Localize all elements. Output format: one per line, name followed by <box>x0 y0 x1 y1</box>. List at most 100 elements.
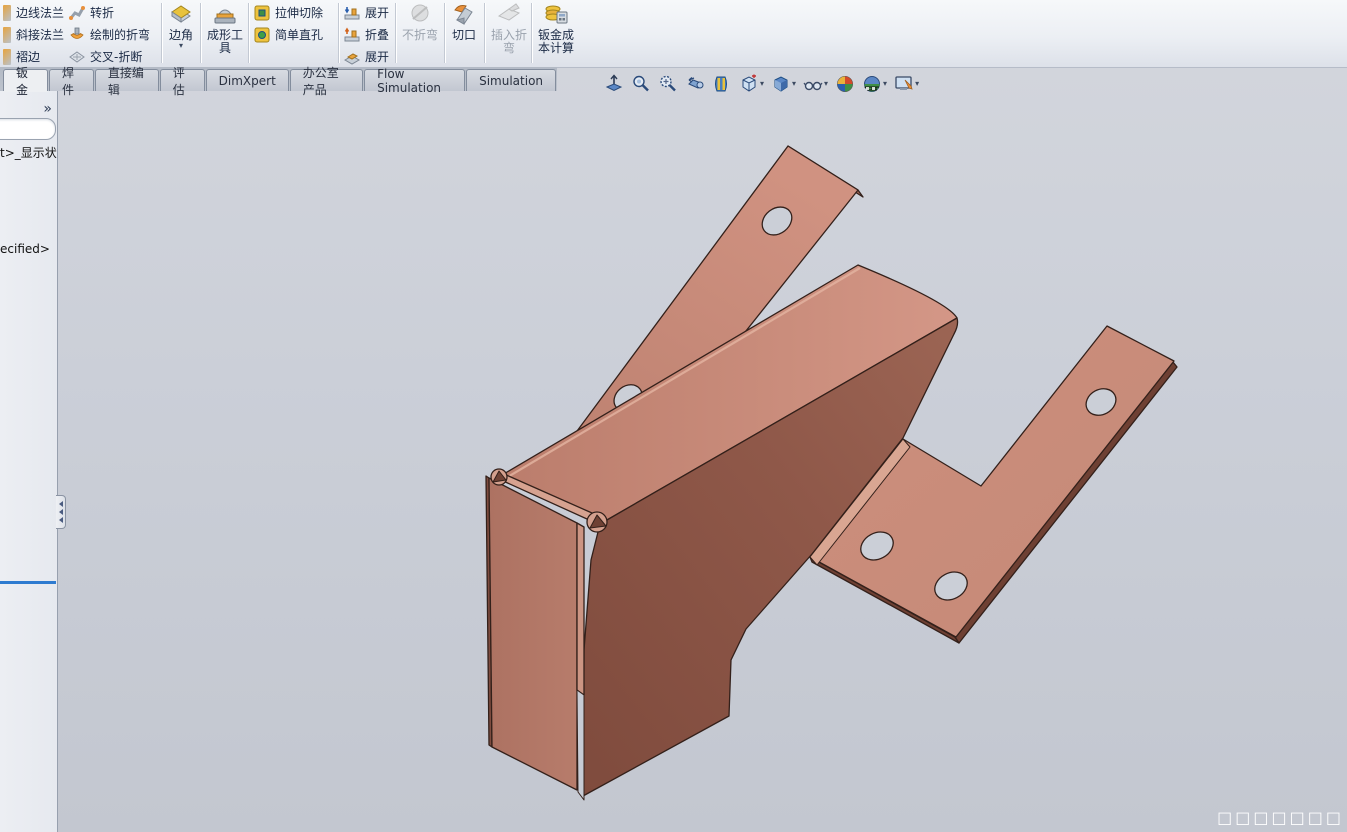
hem-icon <box>3 49 11 65</box>
zoom-to-fit-button[interactable] <box>602 73 626 95</box>
insert-bends-button: 插入折弯 <box>487 2 531 65</box>
hide-show-dropdown-arrow[interactable]: ▾ <box>824 80 828 88</box>
panel-expand-chevron[interactable]: » <box>43 101 52 117</box>
fold-button[interactable]: 折叠 <box>341 24 392 45</box>
tab-evaluate[interactable]: 评估 <box>160 69 205 91</box>
status-placeholder-boxes: □□□□□□□ <box>1217 808 1344 827</box>
toolbar-separator <box>531 3 532 63</box>
corner-icon <box>168 2 194 28</box>
tab-office-products[interactable]: 办公室产品 <box>290 69 363 91</box>
zoom-in-out-button[interactable] <box>656 73 680 95</box>
miter-flange-button[interactable]: 斜接法兰 <box>0 24 67 45</box>
zoom-in-out-icon <box>658 74 678 94</box>
forming-tool-button[interactable]: 成形工具 <box>203 2 247 65</box>
zoom-to-fit-icon <box>604 74 624 94</box>
display-style-button[interactable]: ▾ <box>769 73 798 95</box>
display-style-dropdown-arrow[interactable]: ▾ <box>792 80 796 88</box>
collapse-arrow-icon <box>59 517 63 523</box>
model-3d-part[interactable] <box>0 0 1347 832</box>
sheet-metal-cost-label: 钣金成本计算 <box>535 29 577 55</box>
panel-collapse-handle[interactable] <box>56 495 66 529</box>
forming-tool-label: 成形工具 <box>204 29 246 55</box>
view-orientation-dropdown-arrow[interactable]: ▾ <box>760 80 764 88</box>
edge-flange-label: 边线法兰 <box>16 4 64 21</box>
simple-hole-label: 简单直孔 <box>275 26 323 43</box>
rip-button[interactable]: 切口 <box>446 2 482 65</box>
collapse-arrow-icon <box>59 509 63 515</box>
corner-button[interactable]: 边角 ▾ <box>163 2 199 65</box>
command-manager-toolbar: 边线法兰 斜接法兰 褶边 转折 绘制的折弯 交叉-折断 <box>0 0 1347 68</box>
display-style-icon <box>771 74 791 94</box>
tab-dimxpert[interactable]: DimXpert <box>206 69 289 91</box>
extruded-cut-button[interactable]: 拉伸切除 <box>251 2 326 23</box>
corner-dropdown-arrow[interactable]: ▾ <box>179 42 183 50</box>
sketched-bend-label: 绘制的折弯 <box>90 26 150 43</box>
previous-view-icon <box>685 74 705 94</box>
jog-label: 转折 <box>90 4 114 21</box>
apply-scene-dropdown-arrow[interactable]: ▾ <box>883 80 887 88</box>
view-settings-button[interactable]: ▾ <box>892 73 921 95</box>
toolbar-separator <box>248 3 249 63</box>
insert-bends-icon <box>496 2 522 28</box>
toolbar-separator <box>200 3 201 63</box>
extruded-cut-label: 拉伸切除 <box>275 4 323 21</box>
sheet-metal-cost-button[interactable]: 钣金成本计算 <box>534 2 578 65</box>
toolbar-separator <box>484 3 485 63</box>
cross-break-icon <box>69 49 85 65</box>
sketched-bend-icon <box>69 27 85 43</box>
no-bends-button: 不折弯 <box>398 2 442 65</box>
tab-weldments[interactable]: 焊件 <box>49 69 94 91</box>
rip-icon <box>451 2 477 28</box>
zoom-to-area-icon <box>631 74 651 94</box>
insert-bends-label: 插入折弯 <box>488 29 530 55</box>
apply-scene-icon <box>862 74 882 94</box>
hide-show-items-icon <box>803 74 823 94</box>
section-view-button[interactable] <box>710 73 734 95</box>
tab-simulation[interactable]: Simulation <box>466 69 556 91</box>
edit-appearance-icon <box>835 74 855 94</box>
rip-label: 切口 <box>443 29 485 42</box>
tab-sheet-metal[interactable]: 钣金 <box>3 69 48 91</box>
command-manager-tabs: 钣金 焊件 直接编辑 评估 DimXpert 办公室产品 Flow Simula… <box>0 67 557 91</box>
apply-scene-button[interactable]: ▾ <box>860 73 889 95</box>
toolbar-separator <box>395 3 396 63</box>
zoom-to-area-button[interactable] <box>629 73 653 95</box>
tab-direct-editing[interactable]: 直接编辑 <box>95 69 159 91</box>
jog-button[interactable]: 转折 <box>66 2 117 23</box>
no-bends-label: 不折弯 <box>399 29 441 42</box>
extruded-cut-icon <box>254 5 270 21</box>
tab-flow-simulation[interactable]: Flow Simulation <box>364 69 465 91</box>
edge-flange-icon <box>3 5 11 21</box>
previous-view-button[interactable] <box>683 73 707 95</box>
unfold-button[interactable]: 展开 <box>341 2 392 23</box>
edge-flange-button[interactable]: 边线法兰 <box>0 2 67 23</box>
feature-tree-filter-input[interactable] <box>0 118 56 140</box>
view-settings-dropdown-arrow[interactable]: ▾ <box>915 80 919 88</box>
sketched-bend-button[interactable]: 绘制的折弯 <box>66 24 153 45</box>
hem-label: 褶边 <box>16 48 40 65</box>
collapse-arrow-icon <box>59 501 63 507</box>
fold-label: 折叠 <box>365 26 389 43</box>
miter-flange-icon <box>3 27 11 43</box>
material-not-specified-label: ecified> <box>0 242 57 256</box>
display-state-label: t>_显示状 <box>0 144 57 161</box>
jog-icon <box>69 5 85 21</box>
heads-up-view-toolbar: ▾ ▾ ▾ ▾ <box>602 71 921 97</box>
flatten-label: 展开 <box>365 48 389 65</box>
hide-show-items-button[interactable]: ▾ <box>801 73 830 95</box>
simple-hole-icon <box>254 27 270 43</box>
sheet-metal-cost-icon <box>543 2 569 28</box>
view-orientation-icon <box>739 74 759 94</box>
fold-icon <box>344 27 360 43</box>
section-view-icon <box>712 74 732 94</box>
view-settings-icon <box>894 74 914 94</box>
simple-hole-button[interactable]: 简单直孔 <box>251 24 326 45</box>
view-orientation-button[interactable]: ▾ <box>737 73 766 95</box>
miter-flange-label: 斜接法兰 <box>16 26 64 43</box>
forming-tool-icon <box>212 2 238 28</box>
edit-appearance-button[interactable] <box>833 73 857 95</box>
no-bends-icon <box>407 2 433 28</box>
cross-break-label: 交叉-折断 <box>90 48 142 65</box>
panel-divider <box>0 581 56 584</box>
feature-manager-panel: » t>_显示状 ecified> <box>0 91 58 832</box>
